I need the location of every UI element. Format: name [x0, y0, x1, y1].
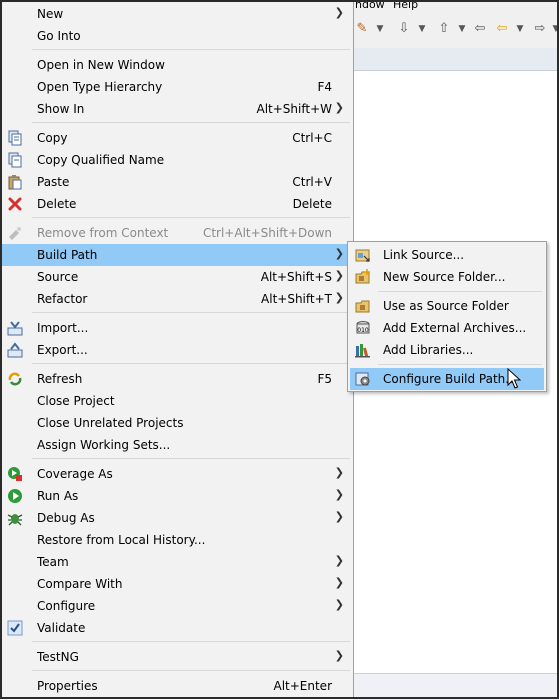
- forward-arrow-icon[interactable]: ⇨: [533, 22, 547, 36]
- menu-item-show-in[interactable]: Show In Alt+Shift+W ❯: [2, 98, 352, 120]
- remove-context-icon: [9, 227, 21, 240]
- menu-item-assign-working-sets[interactable]: Assign Working Sets...: [2, 434, 352, 456]
- menu-item-export[interactable]: Export...: [2, 339, 352, 361]
- menu-window[interactable]: ndow: [355, 0, 385, 11]
- separator: [32, 49, 350, 50]
- build-icon[interactable]: ✎: [355, 22, 369, 36]
- dropdown-icon[interactable]: ▼: [415, 22, 429, 36]
- menu-item-debug-as[interactable]: Debug As ❯: [2, 507, 352, 529]
- menu-item-team[interactable]: Team ❯: [2, 551, 352, 573]
- debug-bug-icon: [7, 514, 23, 526]
- refresh-icon: [8, 372, 22, 386]
- editor-tabbar: [353, 48, 559, 71]
- ide-menubar: ndow Help: [353, 0, 559, 12]
- delete-icon: [8, 197, 22, 211]
- submenu-arrow-icon: ❯: [334, 488, 344, 501]
- menu-item-open-type-hierarchy[interactable]: Open Type Hierarchy F4: [2, 76, 352, 98]
- menu-item-delete[interactable]: Delete Delete: [2, 193, 352, 215]
- menu-item-copy[interactable]: Copy Ctrl+C: [2, 127, 352, 149]
- context-menu: New ❯ Go Into Open in New Window Open Ty…: [2, 2, 354, 699]
- menu-item-source[interactable]: Source Alt+Shift+S ❯: [2, 266, 352, 288]
- checkmark-icon: [7, 620, 23, 636]
- separator: [378, 291, 542, 292]
- submenu-arrow-icon: ❯: [334, 510, 344, 523]
- menu-item-go-into[interactable]: Go Into: [2, 25, 352, 47]
- menu-item-configure[interactable]: Configure ❯: [2, 595, 352, 617]
- coverage-icon: [8, 467, 22, 481]
- submenu-arrow-icon: ❯: [334, 101, 344, 114]
- jar-archive-icon: 010: [356, 321, 370, 334]
- submenu-arrow-icon: ❯: [334, 6, 344, 19]
- bottom-panel: [353, 673, 559, 700]
- menu-item-refresh[interactable]: Refresh F5: [2, 368, 352, 390]
- separator: [32, 312, 350, 313]
- menu-item-build-path[interactable]: Build Path ❯: [2, 244, 352, 266]
- submenu-item-use-as-source-folder[interactable]: Use as Source Folder: [350, 295, 544, 317]
- menu-item-compare-with[interactable]: Compare With ❯: [2, 573, 352, 595]
- submenu-arrow-icon: ❯: [334, 291, 344, 304]
- paste-icon: [8, 175, 22, 190]
- submenu-arrow-icon: ❯: [334, 598, 344, 611]
- prev-annotation-icon[interactable]: ⇧: [437, 22, 451, 36]
- link-source-icon: [355, 249, 370, 262]
- submenu-arrow-icon: ❯: [334, 466, 344, 479]
- run-icon: [8, 489, 22, 503]
- dropdown-icon[interactable]: ▼: [549, 22, 559, 36]
- menu-help[interactable]: Help: [393, 0, 418, 11]
- new-source-folder-icon: [355, 269, 370, 284]
- separator: [32, 458, 350, 459]
- dropdown-icon[interactable]: ▼: [513, 22, 527, 36]
- separator: [32, 641, 350, 642]
- dropdown-icon[interactable]: ▼: [455, 22, 469, 36]
- submenu-arrow-icon: ❯: [334, 269, 344, 282]
- menu-item-restore-local-history[interactable]: Restore from Local History...: [2, 529, 352, 551]
- menu-item-properties[interactable]: Properties Alt+Enter: [2, 675, 352, 697]
- menu-item-run-as[interactable]: Run As ❯: [2, 485, 352, 507]
- dropdown-icon[interactable]: ▼: [373, 22, 387, 36]
- menu-item-new[interactable]: New ❯: [2, 3, 352, 25]
- menu-item-copy-qualified-name[interactable]: Copy Qualified Name: [2, 149, 352, 171]
- last-edit-icon[interactable]: ⇦: [473, 22, 487, 36]
- back-arrow-icon[interactable]: ⇦: [495, 22, 509, 36]
- separator: [32, 217, 350, 218]
- copy-icon: [8, 130, 22, 146]
- menu-item-coverage-as[interactable]: Coverage As ❯: [2, 463, 352, 485]
- menu-item-close-project[interactable]: Close Project: [2, 390, 352, 412]
- submenu-arrow-icon: ❯: [334, 576, 344, 589]
- menu-item-close-unrelated-projects[interactable]: Close Unrelated Projects: [2, 412, 352, 434]
- menu-item-validate[interactable]: Validate: [2, 617, 352, 639]
- submenu-arrow-icon: ❯: [334, 247, 344, 260]
- source-folder-icon: [355, 300, 370, 313]
- next-annotation-icon[interactable]: ⇩: [397, 22, 411, 36]
- mouse-pointer-icon: [507, 368, 521, 389]
- menu-item-import[interactable]: Import...: [2, 317, 352, 339]
- menu-item-testng[interactable]: TestNG ❯: [2, 646, 352, 668]
- svg-text:010: 010: [357, 327, 369, 334]
- separator: [378, 364, 542, 365]
- menu-item-paste[interactable]: Paste Ctrl+V: [2, 171, 352, 193]
- submenu-item-add-external-archives[interactable]: 010 Add External Archives...: [350, 317, 544, 339]
- libraries-books-icon: [355, 344, 370, 358]
- separator: [32, 670, 350, 671]
- submenu-item-link-source[interactable]: Link Source...: [350, 244, 544, 266]
- submenu-item-new-source-folder[interactable]: New Source Folder...: [350, 266, 544, 288]
- separator: [32, 363, 350, 364]
- submenu-arrow-icon: ❯: [334, 554, 344, 567]
- ide-toolbar: ✎ ▼ ⇩ ▼ ⇧ ▼ ⇦ ⇦ ▼ ⇨ ▼: [353, 12, 559, 49]
- configure-build-path-icon: [355, 372, 370, 386]
- copy-qualified-icon: [8, 152, 22, 168]
- menu-item-refactor[interactable]: Refactor Alt+Shift+T ❯: [2, 288, 352, 310]
- submenu-item-add-libraries[interactable]: Add Libraries...: [350, 339, 544, 361]
- separator: [32, 122, 350, 123]
- menu-item-remove-from-context: Remove from Context Ctrl+Alt+Shift+Down: [2, 222, 352, 244]
- import-icon: [7, 321, 23, 336]
- menu-item-open-new-window[interactable]: Open in New Window: [2, 54, 352, 76]
- export-icon: [7, 342, 23, 358]
- submenu-arrow-icon: ❯: [334, 649, 344, 662]
